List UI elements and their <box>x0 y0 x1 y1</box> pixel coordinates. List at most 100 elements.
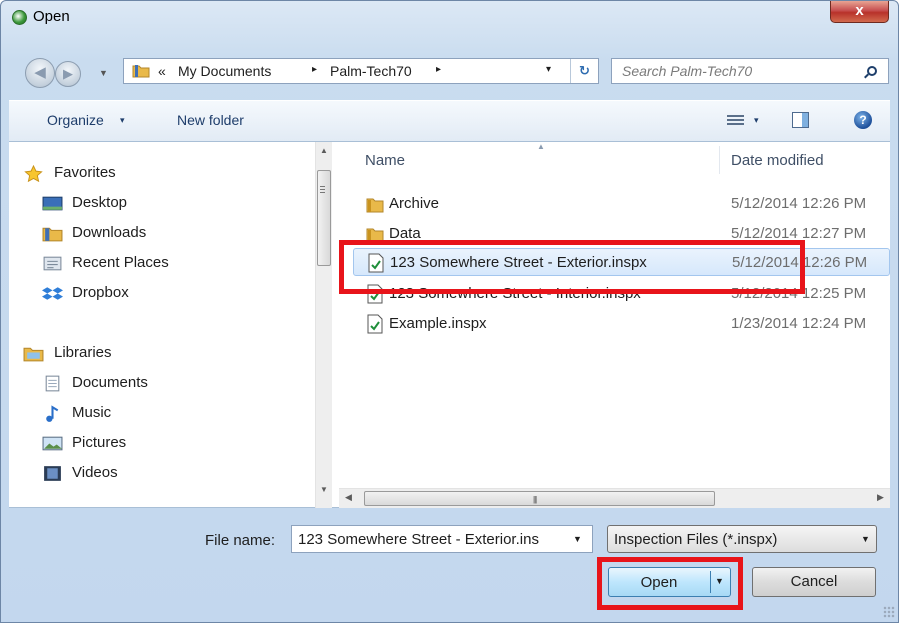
column-header-name[interactable]: Name <box>365 152 405 169</box>
nav-favorites[interactable]: Favorites <box>9 160 315 188</box>
scrollbar-grip-icon <box>320 186 325 187</box>
navigation-pane: Favorites Desktop Downloads Recent Place… <box>9 142 315 508</box>
organize-button[interactable]: Organize <box>47 112 104 128</box>
nav-item-label: Downloads <box>72 224 147 241</box>
nav-item-label: Videos <box>72 464 118 481</box>
search-icon[interactable] <box>867 66 877 76</box>
nav-libraries[interactable]: Libraries <box>9 340 315 368</box>
browser-area: Favorites Desktop Downloads Recent Place… <box>9 142 890 508</box>
scrollbar-thumb[interactable]: ||| <box>364 491 715 506</box>
cancel-button[interactable]: Cancel <box>752 567 876 597</box>
file-row-example[interactable]: Example.inspx 1/23/2014 12:24 PM <box>353 310 890 338</box>
documents-icon <box>45 375 60 392</box>
file-name-dropdown-icon[interactable]: ▼ <box>573 534 582 544</box>
refresh-icon[interactable]: ↻ <box>570 59 598 83</box>
help-icon[interactable]: ? <box>854 111 872 129</box>
back-button[interactable]: ◀ <box>25 58 55 88</box>
resize-grip-icon[interactable] <box>883 606 895 618</box>
file-name-label: File name: <box>205 532 276 549</box>
breadcrumb-separator[interactable]: ▸ <box>312 64 317 75</box>
open-options-dropdown-icon[interactable]: ▼ <box>715 576 724 586</box>
scroll-right-icon[interactable]: ▶ <box>877 492 884 503</box>
search-input[interactable]: Search Palm-Tech70 <box>611 58 889 84</box>
file-list: Name ▲ Date modified Archive 5/12/2014 1… <box>339 142 890 488</box>
navigation-scrollbar[interactable]: ▲ ▼ <box>315 142 332 508</box>
scroll-left-icon[interactable]: ◀ <box>345 492 352 503</box>
column-divider[interactable] <box>719 146 720 174</box>
column-header-date-modified[interactable]: Date modified <box>731 152 824 169</box>
inspx-file-icon <box>368 253 384 273</box>
file-name-input[interactable]: 123 Somewhere Street - Exterior.ins ▼ <box>291 525 593 553</box>
folder-icon <box>132 65 150 78</box>
nav-libraries-label: Libraries <box>54 344 112 361</box>
pictures-icon <box>42 436 63 451</box>
close-button[interactable]: x <box>830 1 889 23</box>
view-dropdown-icon[interactable]: ▾ <box>754 115 759 126</box>
nav-item-desktop[interactable]: Desktop <box>9 190 315 218</box>
scrollbar-thumb[interactable] <box>317 170 331 266</box>
nav-item-downloads[interactable]: Downloads <box>9 220 315 248</box>
dropbox-icon <box>42 287 63 300</box>
file-type-dropdown-icon[interactable]: ▼ <box>861 534 870 544</box>
forward-arrow-icon: ▶ <box>63 66 73 81</box>
open-split-divider <box>710 571 711 593</box>
forward-button[interactable]: ▶ <box>55 61 81 87</box>
file-date: 5/12/2014 12:26 PM <box>731 195 867 212</box>
nav-item-music[interactable]: Music <box>9 400 315 428</box>
file-row-interior[interactable]: 123 Somewhere Street - Interior.inspx 5/… <box>353 280 890 308</box>
folder-icon <box>366 228 384 243</box>
open-button[interactable]: Open ▼ <box>608 567 731 597</box>
nav-item-videos[interactable]: Videos <box>9 460 315 488</box>
change-view-icon[interactable] <box>727 113 744 127</box>
nav-favorites-label: Favorites <box>54 164 116 181</box>
address-bar[interactable]: « My Documents ▸ Palm-Tech70 ▸ ▾ ↻ <box>123 58 599 84</box>
file-name-value: 123 Somewhere Street - Exterior.ins <box>298 531 539 548</box>
open-button-label: Open <box>640 574 678 591</box>
file-name: Archive <box>389 195 440 212</box>
nav-item-label: Music <box>72 404 112 421</box>
file-date: 5/12/2014 12:25 PM <box>731 285 867 302</box>
breadcrumb-my-documents[interactable]: My Documents <box>178 63 271 79</box>
search-placeholder: Search Palm-Tech70 <box>622 63 753 79</box>
libraries-icon <box>23 347 44 362</box>
file-date: 5/12/2014 12:27 PM <box>731 225 867 242</box>
folder-icon <box>366 198 384 213</box>
star-icon <box>24 165 43 182</box>
desktop-icon <box>42 196 63 211</box>
file-date: 1/23/2014 12:24 PM <box>731 315 867 332</box>
scroll-down-icon[interactable]: ▼ <box>320 485 328 494</box>
breadcrumb-separator[interactable]: ▸ <box>436 64 441 75</box>
new-folder-button[interactable]: New folder <box>177 112 244 128</box>
open-dialog: Open x ◀ ▶ ▼ « My Documents ▸ Palm-Tech7… <box>0 0 899 623</box>
recent-locations-dropdown[interactable]: ▼ <box>99 65 115 81</box>
file-name: 123 Somewhere Street - Interior.inspx <box>389 285 641 302</box>
nav-item-label: Recent Places <box>72 254 169 271</box>
videos-icon <box>44 466 61 481</box>
file-name: Data <box>389 225 421 242</box>
file-type-select[interactable]: Inspection Files (*.inspx) ▼ <box>607 525 877 553</box>
nav-item-label: Dropbox <box>72 284 129 301</box>
address-dropdown-icon[interactable]: ▾ <box>546 64 551 75</box>
nav-item-pictures[interactable]: Pictures <box>9 430 315 458</box>
scroll-up-icon[interactable]: ▲ <box>320 146 328 155</box>
file-name: Example.inspx <box>389 315 487 332</box>
file-row-archive[interactable]: Archive 5/12/2014 12:26 PM <box>353 190 890 218</box>
breadcrumb-palm-tech70[interactable]: Palm-Tech70 <box>330 63 412 79</box>
file-row-data[interactable]: Data 5/12/2014 12:27 PM <box>353 220 890 248</box>
file-type-value: Inspection Files (*.inspx) <box>614 531 778 548</box>
music-icon <box>46 405 59 422</box>
organize-dropdown-icon[interactable]: ▾ <box>120 115 125 126</box>
nav-item-label: Documents <box>72 374 148 391</box>
dialog-title: Open <box>33 8 70 25</box>
nav-item-recent-places[interactable]: Recent Places <box>9 250 315 278</box>
inspx-file-icon <box>367 284 383 304</box>
file-list-horizontal-scrollbar[interactable]: ◀ ||| ▶ <box>339 488 890 508</box>
preview-pane-icon[interactable] <box>792 112 809 128</box>
recent-places-icon <box>43 256 62 271</box>
file-name: 123 Somewhere Street - Exterior.inspx <box>390 254 647 271</box>
file-row-exterior-selected[interactable]: 123 Somewhere Street - Exterior.inspx 5/… <box>353 248 890 276</box>
nav-item-dropbox[interactable]: Dropbox <box>9 280 315 308</box>
address-overflow-chevron[interactable]: « <box>158 63 166 79</box>
nav-item-documents[interactable]: Documents <box>9 370 315 398</box>
downloads-folder-icon <box>42 227 63 242</box>
